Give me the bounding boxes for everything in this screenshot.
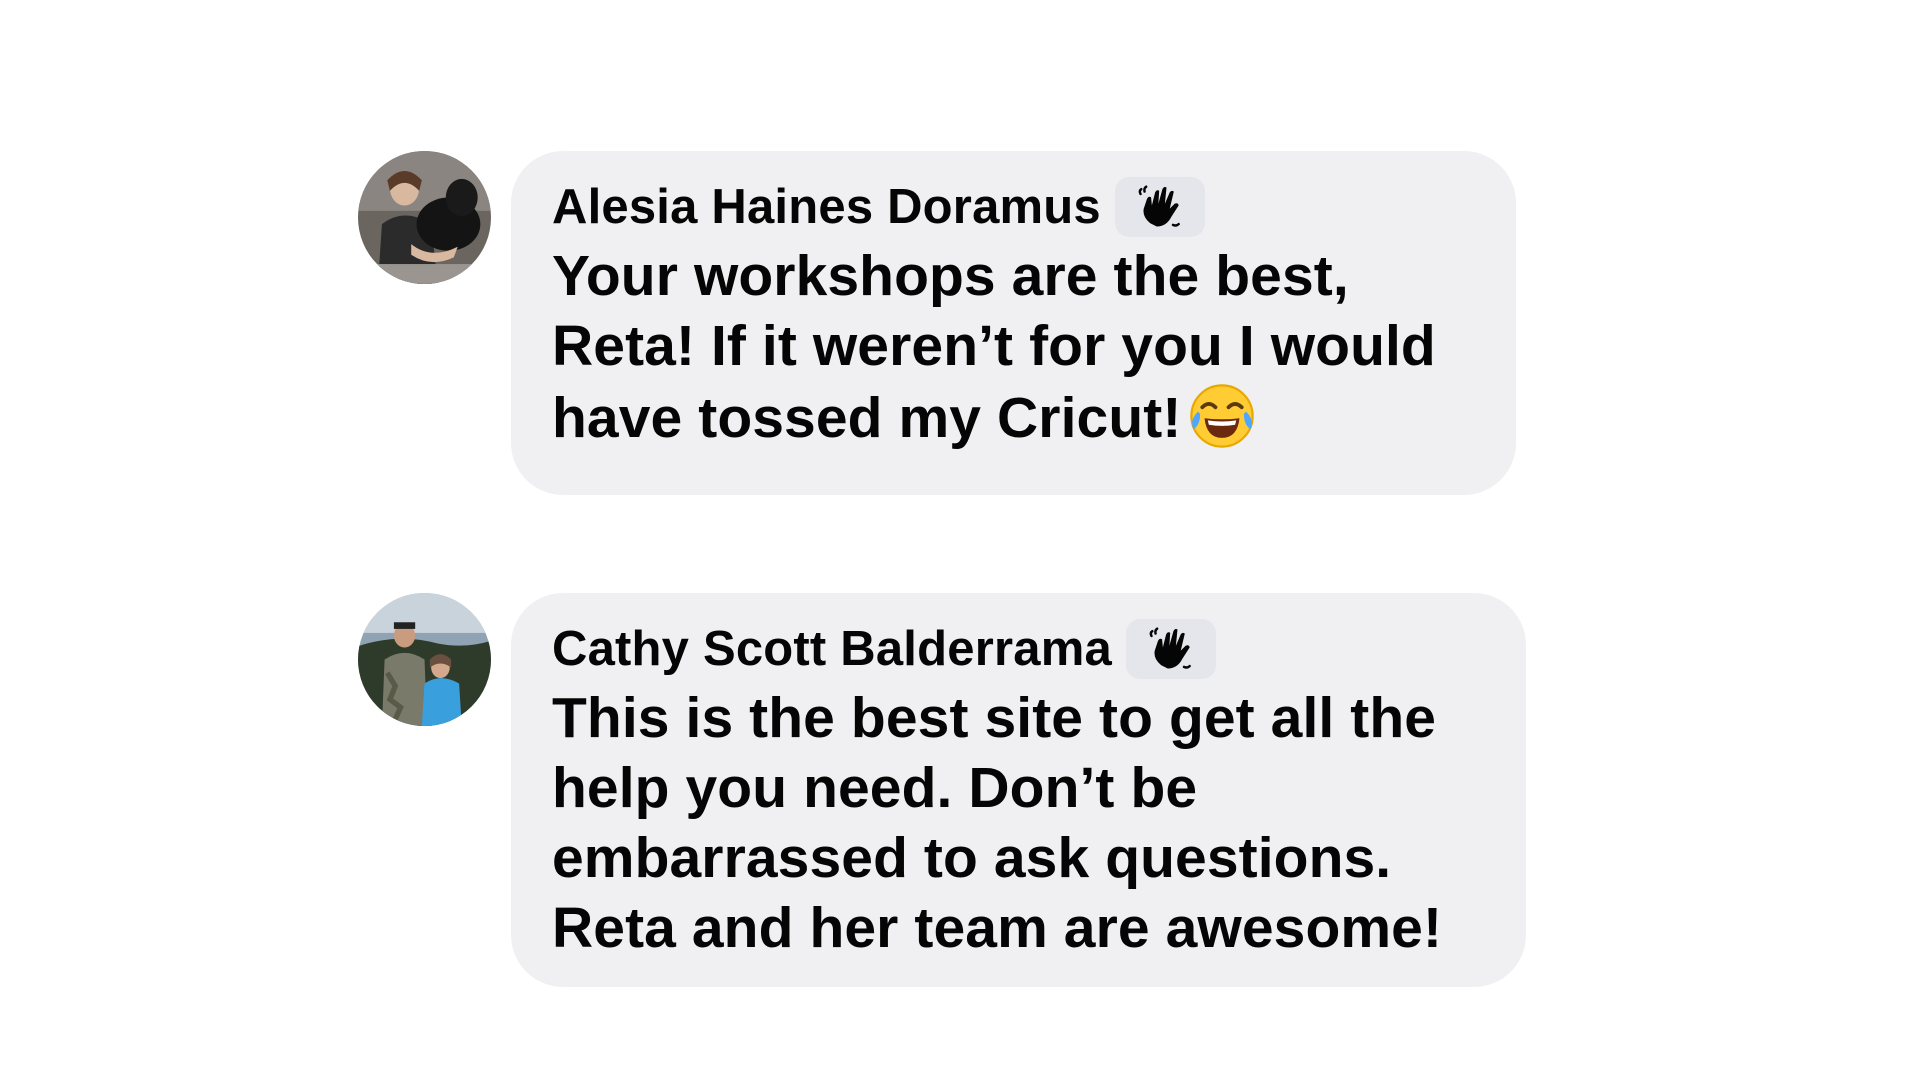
avatar[interactable]	[358, 151, 491, 284]
avatar-photo	[358, 151, 491, 284]
avatar-photo	[358, 593, 491, 726]
comment-bubble: Cathy Scott Balderrama This is the best …	[511, 593, 1526, 987]
comment-author[interactable]: Alesia Haines Doramus	[552, 179, 1101, 235]
comment-item: Cathy Scott Balderrama This is the best …	[358, 593, 1526, 987]
waving-hand-icon	[1149, 627, 1191, 669]
comment-text: This is the best site to get all the hel…	[552, 683, 1492, 963]
comment-body: Your workshops are the best, Reta! If it…	[552, 244, 1436, 450]
face-with-tears-of-joy-icon	[1187, 381, 1257, 451]
comment-author[interactable]: Cathy Scott Balderrama	[552, 621, 1112, 677]
comment-text: Your workshops are the best, Reta! If it…	[552, 241, 1482, 453]
comment-body: This is the best site to get all the hel…	[552, 686, 1443, 960]
wave-badge[interactable]	[1114, 177, 1205, 237]
comment-bubble: Alesia Haines Doramus Your workshops are…	[511, 151, 1516, 495]
comment-item: Alesia Haines Doramus Your workshops are…	[358, 151, 1516, 495]
wave-badge[interactable]	[1125, 619, 1216, 679]
avatar[interactable]	[358, 593, 491, 726]
waving-hand-icon	[1138, 185, 1180, 227]
